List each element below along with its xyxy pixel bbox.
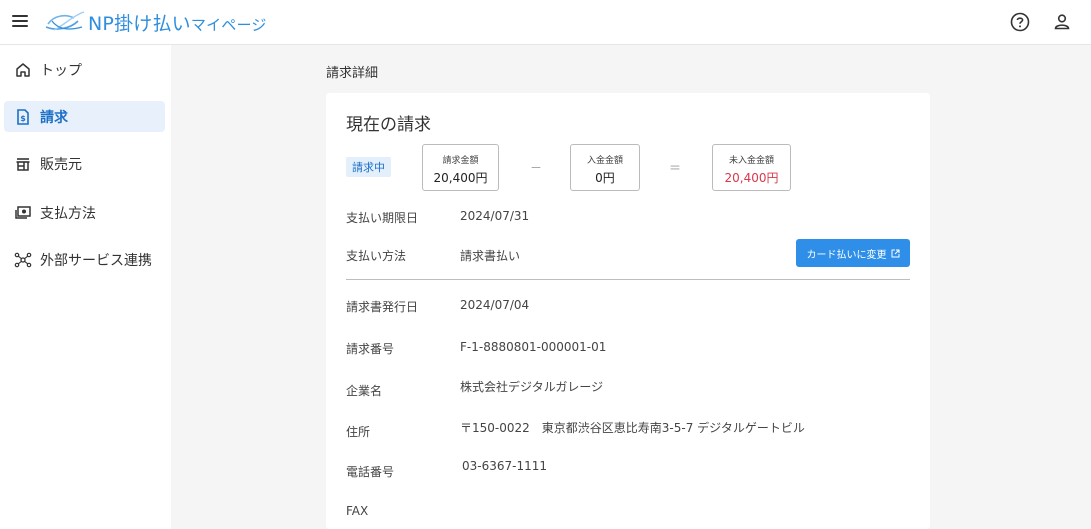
payment-method-value: 請求書払い (460, 249, 521, 263)
sidebar-item-payment[interactable]: 支払方法 (4, 197, 165, 228)
logo-mark-icon (45, 11, 85, 31)
detail-value-company: 株式会社デジタルガレージ (460, 380, 604, 394)
sidebar-item-label: 外部サービス連携 (40, 252, 152, 269)
detail-value-issue-date: 2024/07/04 (460, 298, 530, 312)
billed-amount-value: 20,400円 (433, 171, 488, 185)
section-divider (346, 279, 910, 280)
status-badge: 請求中 (346, 157, 391, 177)
equals-sign: ＝ (669, 161, 682, 175)
detail-label-fax: FAX (346, 504, 369, 518)
billed-amount-box: 請求金額 20,400円 (422, 144, 499, 191)
app-header: NP掛け払いマイページ (0, 0, 1091, 45)
sidebar-item-top[interactable]: トップ (4, 54, 165, 85)
unpaid-amount-value: 20,400円 (724, 171, 779, 185)
invoice-card: 現在の請求 請求中 請求金額 20,400円 － 入金金額 0円 ＝ 未入金金額… (326, 93, 930, 529)
network-icon (13, 250, 33, 270)
detail-label-company: 企業名 (346, 384, 383, 398)
sidebar-item-label: 請求 (40, 109, 68, 126)
change-to-card-button[interactable]: カード払いに変更 (796, 239, 910, 267)
hamburger-menu-icon[interactable] (12, 14, 30, 28)
detail-value-address: 〒150-0022 東京都渋谷区恵比寿南3-5-7 デジタルゲートビル (460, 421, 805, 435)
detail-value-phone: 03-6367-1111 (462, 459, 548, 473)
svg-text:$: $ (20, 114, 26, 123)
logo[interactable]: NP掛け払いマイページ (44, 8, 267, 36)
sidebar-item-integrations[interactable]: 外部サービス連携 (4, 244, 165, 275)
billed-amount-label: 請求金額 (442, 156, 479, 166)
detail-label-address: 住所 (346, 425, 371, 439)
logo-text: NP掛け払いマイページ (88, 12, 267, 35)
paid-amount-box: 入金金額 0円 (570, 144, 640, 191)
external-link-icon (891, 249, 900, 258)
paid-amount-value: 0円 (595, 171, 615, 185)
detail-label-invoice-number: 請求番号 (346, 342, 395, 356)
home-icon (13, 60, 33, 80)
sidebar-item-invoice[interactable]: $ 請求 (4, 101, 165, 132)
help-circle-icon[interactable] (1009, 11, 1031, 33)
detail-label-phone: 電話番号 (346, 465, 395, 479)
due-date-value: 2024/07/31 (460, 209, 530, 223)
card-title: 現在の請求 (346, 115, 431, 135)
store-icon (13, 154, 33, 174)
sidebar: トップ $ 請求 販売元 支払方法 外部サービス連携 (0, 45, 171, 529)
payment-icon (13, 203, 33, 223)
payment-method-label: 支払い方法 (346, 249, 407, 263)
unpaid-amount-box: 未入金金額 20,400円 (712, 144, 791, 191)
sidebar-item-label: 支払方法 (40, 205, 96, 222)
unpaid-amount-label: 未入金金額 (728, 156, 774, 166)
sidebar-item-label: 販売元 (40, 156, 82, 173)
sidebar-item-seller[interactable]: 販売元 (4, 148, 165, 179)
minus-sign: － (530, 161, 543, 175)
page-title: 請求詳細 (326, 66, 379, 81)
invoice-icon: $ (13, 107, 33, 127)
detail-label-issue-date: 請求書発行日 (346, 300, 419, 314)
user-icon[interactable] (1051, 11, 1073, 33)
detail-value-invoice-number: F-1-8880801-000001-01 (460, 340, 607, 354)
paid-amount-label: 入金金額 (586, 156, 623, 166)
due-date-label: 支払い期限日 (346, 211, 419, 225)
change-to-card-label: カード払いに変更 (806, 249, 887, 261)
sidebar-item-label: トップ (40, 62, 82, 79)
